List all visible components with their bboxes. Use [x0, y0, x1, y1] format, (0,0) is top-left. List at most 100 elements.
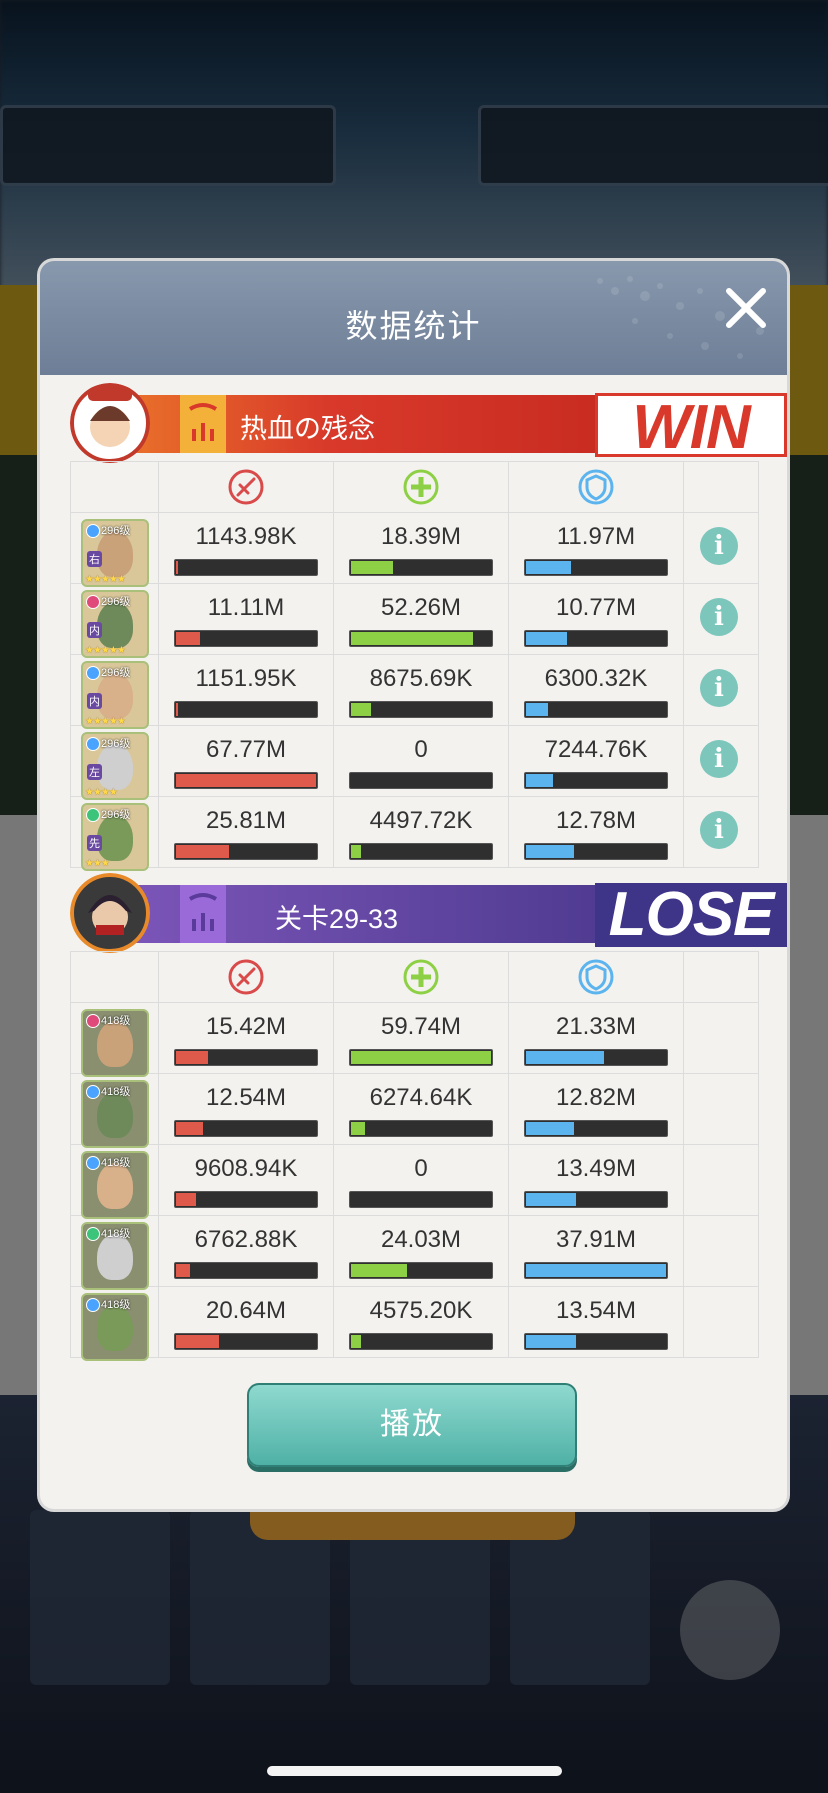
defense-bar-fill	[526, 561, 571, 574]
damage-cell: 9608.94K	[158, 1144, 334, 1216]
hero-portrait[interactable]: 418级	[81, 1080, 149, 1148]
defense-bar	[524, 772, 668, 789]
hero-stat-row: 296级先 ★★★ 25.81M 4497.72K 12.78M i	[70, 796, 759, 871]
hero-level: 296级	[101, 667, 131, 679]
damage-cell: 15.42M	[158, 1002, 334, 1074]
hero-portrait-cell: 296级内 ★★★★★	[70, 654, 159, 729]
damage-bar	[174, 843, 318, 860]
hero-position-badge: 先	[87, 835, 102, 851]
heal-bar-fill	[351, 1264, 407, 1277]
heal-value: 59.74M	[380, 1013, 462, 1040]
heal-value: 0	[414, 736, 428, 763]
defense-bar	[524, 559, 668, 576]
heal-bar-fill	[351, 561, 393, 574]
heal-bar	[349, 1262, 493, 1279]
info-icon[interactable]: i	[700, 669, 738, 707]
hero-portrait-cell: 296级左 ★★★★	[70, 725, 159, 800]
hero-portrait-cell: 418级	[70, 1286, 159, 1361]
info-icon[interactable]: i	[700, 811, 738, 849]
heal-value: 18.39M	[380, 523, 462, 550]
element-gem-icon	[86, 595, 100, 609]
defense-bar	[524, 1120, 668, 1137]
damage-value: 12.54M	[205, 1084, 287, 1111]
hero-portrait[interactable]: 418级	[81, 1222, 149, 1290]
hero-portrait[interactable]: 296级左 ★★★★	[81, 732, 149, 800]
defense-value: 6300.32K	[544, 665, 648, 692]
defense-bar-fill	[526, 845, 574, 858]
damage-cell: 67.77M	[158, 725, 334, 797]
damage-cell: 25.81M	[158, 796, 334, 868]
damage-bar-fill	[176, 1193, 196, 1206]
heal-value: 0	[414, 1155, 428, 1182]
info-icon[interactable]: i	[700, 527, 738, 565]
damage-bar-fill	[176, 845, 230, 858]
shield-icon	[578, 469, 614, 505]
hero-stat-row: 296级内 ★★★★★ 11.11M 52.26M 10.77M i	[70, 583, 759, 658]
defense-cell: 10.77M	[508, 583, 684, 655]
element-gem-icon	[86, 524, 100, 538]
heal-bar	[349, 1191, 493, 1208]
hero-position-badge: 左	[87, 764, 102, 780]
heal-bar	[349, 1333, 493, 1350]
hero-portrait[interactable]: 296级右 ★★★★★	[81, 519, 149, 587]
damage-value: 11.11M	[207, 594, 285, 621]
heal-bar	[349, 843, 493, 860]
defense-value: 21.33M	[555, 1013, 637, 1040]
info-cell	[683, 1073, 759, 1145]
info-icon[interactable]: i	[700, 740, 738, 778]
defense-column-header	[508, 951, 684, 1003]
damage-bar	[174, 1262, 318, 1279]
damage-bar-fill	[176, 632, 200, 645]
hero-portrait-cell: 418级	[70, 1215, 159, 1290]
info-cell	[683, 1286, 759, 1358]
heal-cell: 4497.72K	[333, 796, 509, 868]
hero-portrait[interactable]: 418级	[81, 1293, 149, 1361]
play-button[interactable]: 播放	[247, 1383, 577, 1467]
defense-bar-fill	[526, 1122, 574, 1135]
info-cell: i	[683, 725, 759, 797]
hero-level: 296级	[101, 525, 131, 537]
hero-portrait[interactable]: 296级先 ★★★	[81, 803, 149, 871]
hero-portrait[interactable]: 296级内 ★★★★★	[81, 661, 149, 729]
hero-portrait[interactable]: 418级	[81, 1009, 149, 1077]
stats-header-row	[70, 951, 759, 1003]
heal-value: 8675.69K	[369, 665, 473, 692]
element-gem-icon	[86, 1156, 100, 1170]
defense-cell: 13.49M	[508, 1144, 684, 1216]
damage-bar	[174, 1333, 318, 1350]
hero-position-badge: 右	[87, 551, 102, 567]
defense-bar	[524, 701, 668, 718]
element-gem-icon	[86, 1014, 100, 1028]
sword-icon	[228, 959, 264, 995]
defense-bar	[524, 843, 668, 860]
hero-portrait[interactable]: 418级	[81, 1151, 149, 1219]
defense-value: 12.82M	[555, 1084, 637, 1111]
info-cell: i	[683, 796, 759, 868]
hero-portrait-cell: 296级内 ★★★★★	[70, 583, 159, 658]
heal-bar	[349, 559, 493, 576]
damage-bar	[174, 1049, 318, 1066]
heal-bar-fill	[351, 632, 473, 645]
hero-level: 418级	[101, 1157, 131, 1169]
damage-bar	[174, 1120, 318, 1137]
heal-value: 24.03M	[380, 1226, 462, 1253]
plus-icon	[403, 959, 439, 995]
team-name: 热血の残念	[240, 414, 375, 444]
defense-bar-fill	[526, 703, 549, 716]
hero-stat-row: 418级 12.54M 6274.64K 12.82M	[70, 1073, 759, 1148]
info-icon[interactable]: i	[700, 598, 738, 636]
heal-cell: 0	[333, 1144, 509, 1216]
damage-bar-fill	[176, 774, 316, 787]
heal-value: 52.26M	[380, 594, 462, 621]
close-icon	[726, 288, 766, 328]
shield-icon	[578, 959, 614, 995]
defense-bar-fill	[526, 632, 567, 645]
damage-bar	[174, 772, 318, 789]
heal-bar-fill	[351, 1051, 491, 1064]
hero-portrait[interactable]: 296级内 ★★★★★	[81, 590, 149, 658]
defense-bar-fill	[526, 774, 553, 787]
close-button[interactable]	[721, 283, 771, 333]
element-gem-icon	[86, 737, 100, 751]
damage-value: 15.42M	[205, 1013, 287, 1040]
element-gem-icon	[86, 1298, 100, 1312]
